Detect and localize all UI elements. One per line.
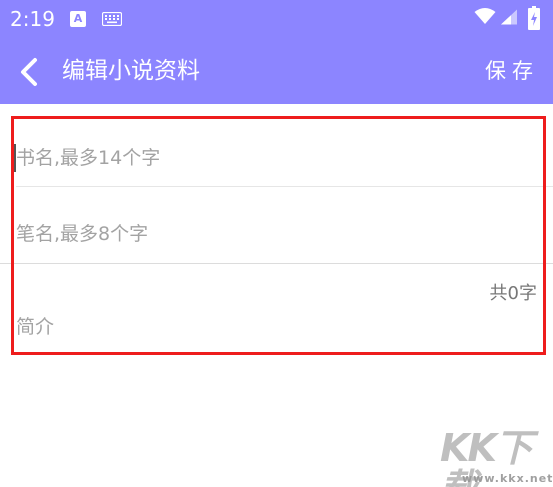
keyboard-icon [102, 12, 122, 26]
screen: 2:19 A 编辑小说资料 保存 书名,最多14个字 笔名,最多8个字 共0字 … [0, 0, 553, 487]
status-bar: 2:19 A [0, 0, 553, 39]
divider [0, 263, 553, 264]
text-cursor [14, 144, 16, 172]
pen-name-input[interactable] [16, 214, 536, 254]
chevron-left-icon[interactable] [18, 57, 40, 87]
intro-char-counter: 共0字 [489, 283, 537, 304]
book-title-input[interactable] [16, 138, 536, 178]
watermark-url: www.kkx.net [462, 472, 553, 485]
divider [16, 186, 553, 187]
save-button[interactable]: 保存 [485, 55, 539, 87]
status-time: 2:19 [10, 7, 55, 31]
wifi-icon [474, 8, 496, 24]
battery-icon [528, 6, 540, 30]
app-bar: 编辑小说资料 保存 [0, 39, 553, 104]
cell-signal-icon [501, 9, 517, 25]
a-notification-icon: A [70, 11, 86, 27]
watermark-logo: KK下载 www.kkx.net [440, 428, 553, 487]
page-title: 编辑小说资料 [62, 58, 200, 84]
intro-textarea[interactable] [16, 308, 536, 348]
novel-info-form: 共0字 [0, 104, 553, 364]
